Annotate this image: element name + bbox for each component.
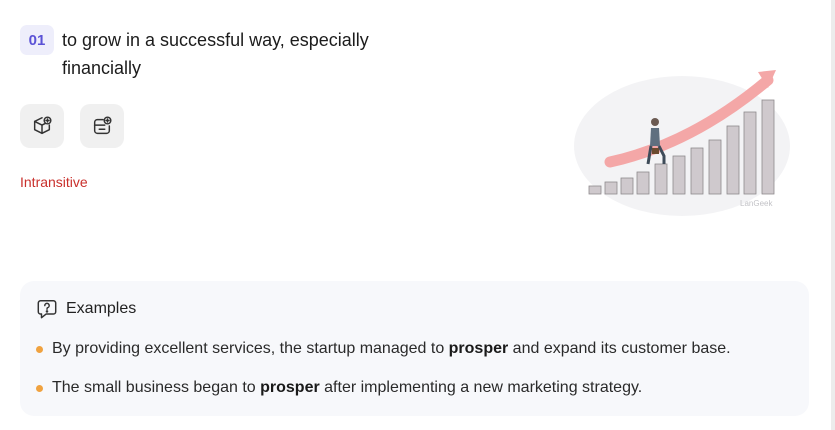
add-to-flashcards-button[interactable] bbox=[80, 104, 124, 148]
examples-list: By providing excellent services, the sta… bbox=[36, 337, 731, 415]
bullet-dot bbox=[36, 346, 43, 353]
example-keyword: prosper bbox=[448, 340, 509, 357]
card-plus-icon bbox=[93, 116, 112, 135]
question-bubble-icon bbox=[37, 300, 57, 319]
example-text-after: and expand its customer base. bbox=[508, 340, 731, 357]
bullet-dot bbox=[36, 385, 43, 392]
growth-chart-illustration: LanGeek bbox=[574, 70, 790, 216]
example-text-before: The small business began to bbox=[52, 379, 261, 396]
definition-text: to grow in a successful way, especially … bbox=[62, 30, 369, 78]
example-text-after: after implementing a new marketing strat… bbox=[319, 379, 643, 396]
add-to-collection-button[interactable] bbox=[20, 104, 64, 148]
examples-heading: Examples bbox=[36, 298, 136, 320]
definition-number-badge: 01 bbox=[20, 25, 54, 55]
examples-heading-label: Examples bbox=[66, 300, 137, 317]
example-item: The small business began to prosper afte… bbox=[36, 376, 731, 400]
scrollbar-track[interactable] bbox=[831, 0, 835, 430]
cube-plus-icon bbox=[33, 116, 52, 135]
grammar-tag: Intransitive bbox=[20, 174, 88, 190]
example-keyword: prosper bbox=[260, 379, 320, 396]
example-item: By providing excellent services, the sta… bbox=[36, 337, 731, 361]
examples-panel: Examples By providing excellent services… bbox=[20, 281, 809, 416]
watermark-text: LanGeek bbox=[740, 199, 773, 208]
example-text-before: By providing excellent services, the sta… bbox=[52, 340, 449, 357]
